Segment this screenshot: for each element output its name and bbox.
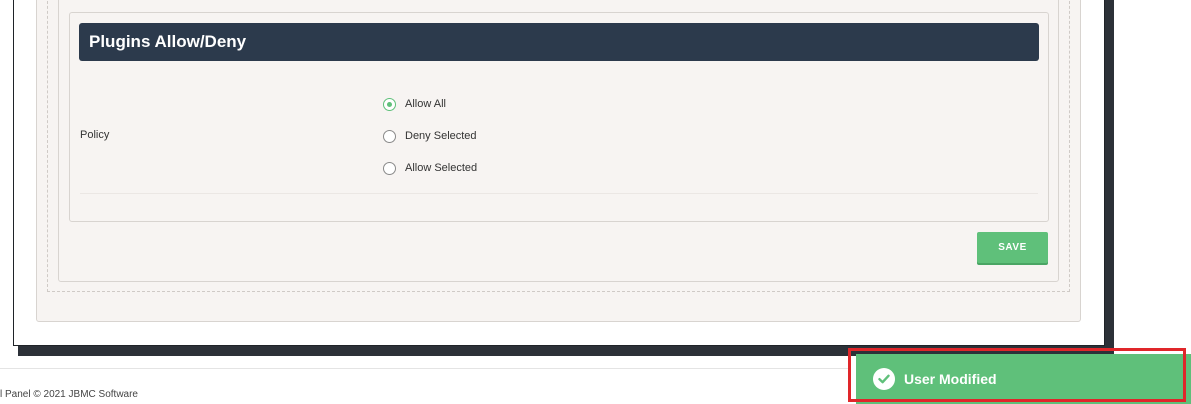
- radio-unchecked-icon[interactable]: [383, 129, 396, 143]
- radio-label-allow-selected[interactable]: Allow Selected: [405, 162, 477, 174]
- radio-deny-selected[interactable]: Deny Selected: [383, 128, 477, 144]
- policy-label: Policy: [80, 129, 110, 141]
- save-button[interactable]: SAVE: [977, 232, 1048, 263]
- radio-label-deny-selected[interactable]: Deny Selected: [405, 130, 477, 142]
- toast-highlight-box: [848, 348, 1186, 402]
- divider: [80, 193, 1038, 194]
- footer-copyright: l Panel © 2021 JBMC Software: [0, 389, 138, 400]
- section-title: Plugins Allow/Deny: [79, 23, 1039, 61]
- radio-checked-icon[interactable]: [383, 97, 396, 111]
- footer-divider: [0, 368, 850, 369]
- radio-label-allow-all[interactable]: Allow All: [405, 98, 446, 110]
- radio-allow-all[interactable]: Allow All: [383, 96, 446, 112]
- radio-allow-selected[interactable]: Allow Selected: [383, 160, 477, 176]
- radio-unchecked-icon[interactable]: [383, 161, 396, 175]
